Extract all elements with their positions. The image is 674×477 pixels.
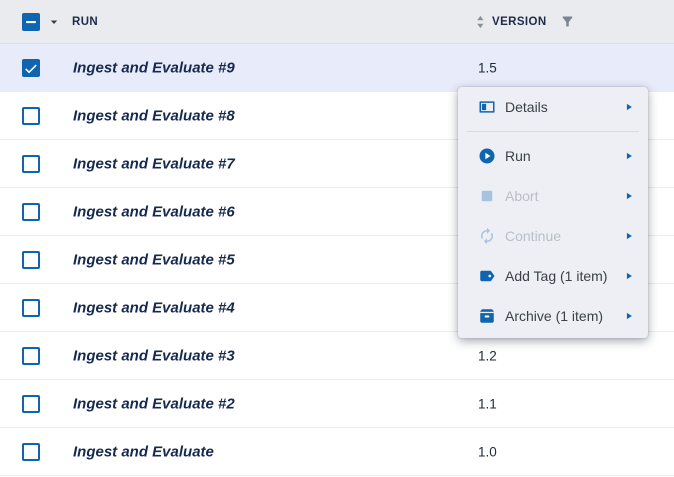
table-row[interactable]: Ingest and Evaluate #2 1.1 <box>0 380 674 428</box>
run-column-header[interactable]: RUN <box>72 16 98 28</box>
run-name[interactable]: Ingest and Evaluate <box>73 443 214 460</box>
run-icon <box>478 147 496 165</box>
indeterminate-checkbox-icon <box>22 13 40 31</box>
table-row[interactable]: Ingest and Evaluate #3 1.2 <box>0 332 674 380</box>
row-checkbox[interactable] <box>22 395 40 413</box>
run-name[interactable]: Ingest and Evaluate #8 <box>73 107 235 124</box>
table-row[interactable]: Ingest and Evaluate #9 1.5 <box>0 44 674 92</box>
context-menu-item-details[interactable]: Details <box>458 87 648 127</box>
submenu-arrow-icon <box>624 231 634 241</box>
filter-icon[interactable] <box>560 14 575 29</box>
row-checkbox[interactable] <box>22 203 40 221</box>
row-checkbox[interactable] <box>22 251 40 269</box>
run-version: 1.5 <box>478 60 497 75</box>
row-checkbox[interactable] <box>22 347 40 365</box>
context-menu-item-run[interactable]: Run <box>458 136 648 176</box>
row-checkbox[interactable] <box>22 107 40 125</box>
run-name[interactable]: Ingest and Evaluate #5 <box>73 251 235 268</box>
select-all-checkbox[interactable] <box>22 13 40 31</box>
row-checkbox-checked[interactable] <box>22 59 40 77</box>
menu-divider <box>467 131 639 132</box>
context-menu-item-abort: Abort <box>458 176 648 216</box>
run-name[interactable]: Ingest and Evaluate #9 <box>73 59 235 76</box>
run-version: 1.1 <box>478 396 497 411</box>
refresh-icon <box>478 227 496 245</box>
row-checkbox[interactable] <box>22 299 40 317</box>
run-name[interactable]: Ingest and Evaluate #7 <box>73 155 235 172</box>
submenu-arrow-icon <box>624 311 634 321</box>
table-header: RUN VERSION <box>0 0 674 44</box>
submenu-arrow-icon <box>624 151 634 161</box>
context-menu: Details Run Abort Continue Add Tag (1 it… <box>458 87 648 338</box>
context-menu-item-add[interactable]: Add Tag (1 item) <box>458 256 648 296</box>
run-version: 1.2 <box>478 348 497 363</box>
context-menu-item-archive[interactable]: Archive (1 item) <box>458 296 648 336</box>
version-column-label: VERSION <box>492 16 547 28</box>
stop-icon <box>478 187 496 205</box>
details-icon <box>478 98 496 116</box>
submenu-arrow-icon <box>624 191 634 201</box>
run-name[interactable]: Ingest and Evaluate #4 <box>73 299 235 316</box>
table-row[interactable]: Ingest and Evaluate 1.0 <box>0 428 674 476</box>
tag-icon <box>478 267 496 285</box>
row-checkbox[interactable] <box>22 443 40 461</box>
version-column-header[interactable]: VERSION <box>476 0 575 43</box>
run-name[interactable]: Ingest and Evaluate #3 <box>73 347 235 364</box>
submenu-arrow-icon <box>624 271 634 281</box>
run-name[interactable]: Ingest and Evaluate #2 <box>73 395 235 412</box>
row-checkbox[interactable] <box>22 155 40 173</box>
context-menu-item-continue: Continue <box>458 216 648 256</box>
archive-icon <box>478 307 496 325</box>
run-name[interactable]: Ingest and Evaluate #6 <box>73 203 235 220</box>
run-version: 1.0 <box>478 444 497 459</box>
chevron-down-icon[interactable] <box>47 15 61 29</box>
sort-icon[interactable] <box>476 15 485 29</box>
runs-table-page: RUN VERSION Ingest and Evaluate #9 1.5 I… <box>0 0 674 477</box>
submenu-arrow-icon <box>624 102 634 112</box>
